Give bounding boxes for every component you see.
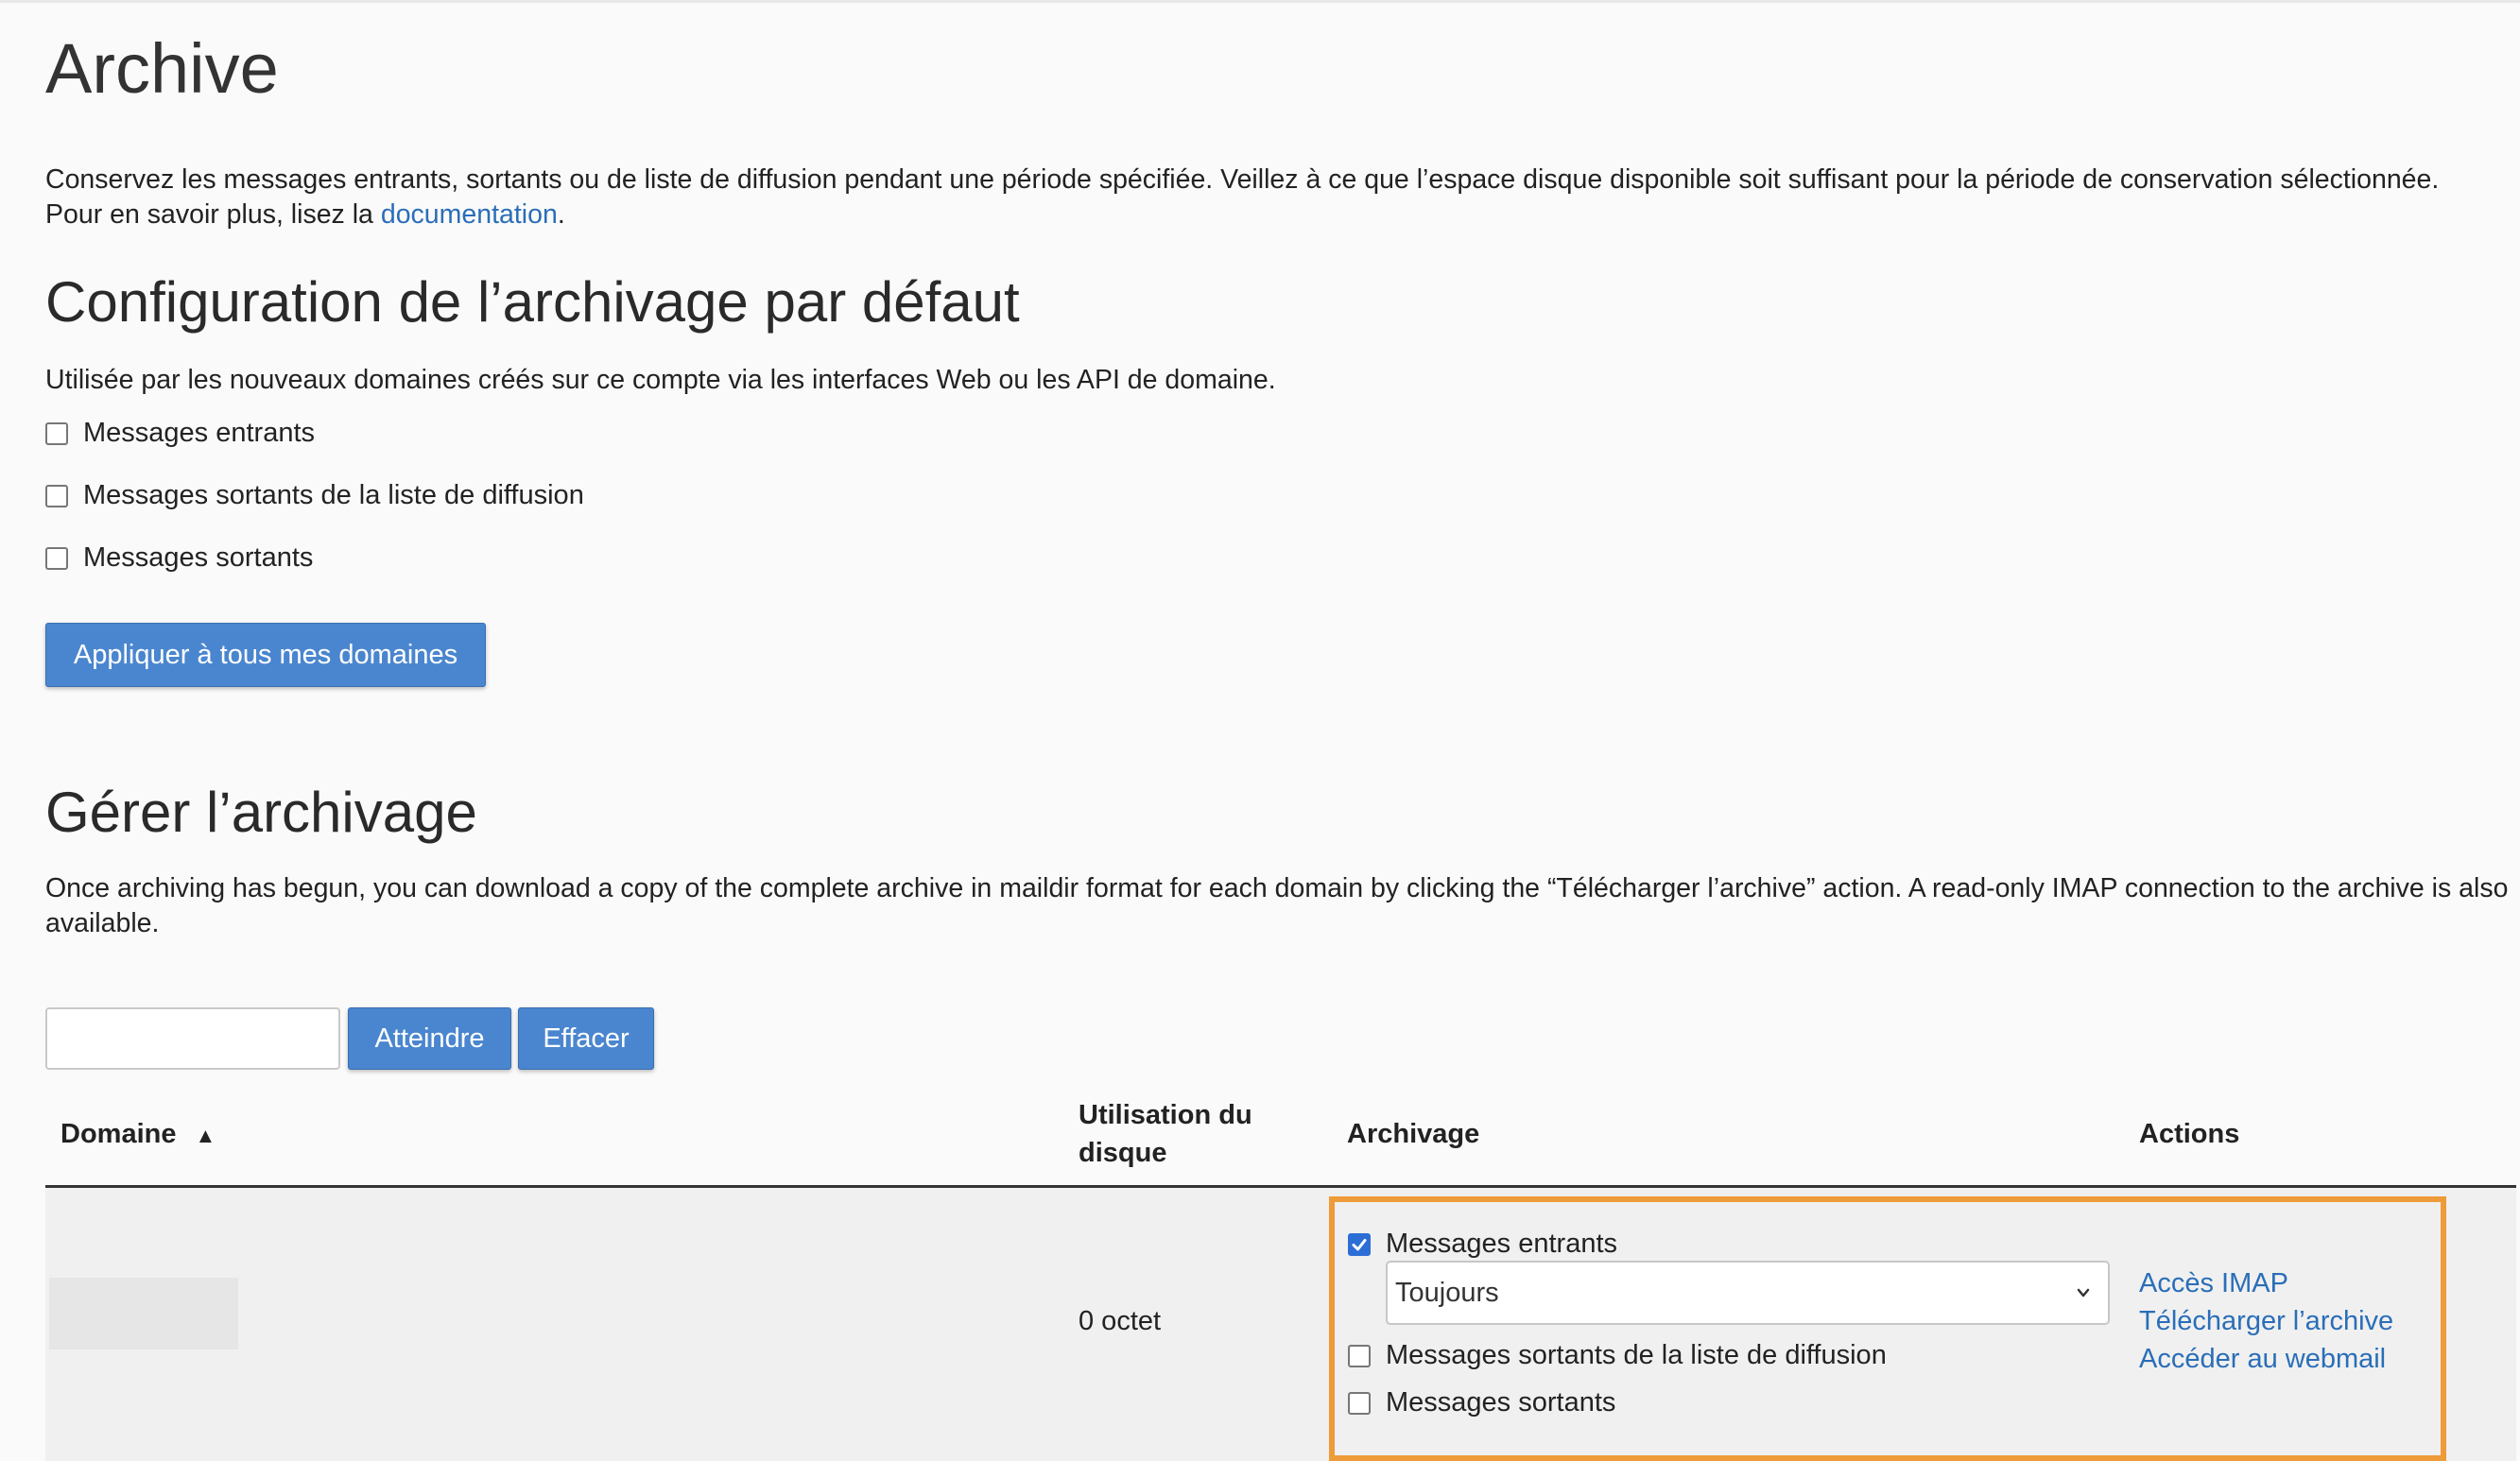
domain-header-label: Domaine xyxy=(60,1119,177,1149)
intro-suffix: . xyxy=(557,199,565,230)
column-header-actions: Actions xyxy=(2139,1119,2240,1149)
domain-name-redacted xyxy=(49,1278,238,1349)
disk-usage-header-line1: Utilisation du xyxy=(1079,1100,1252,1130)
default-mailing-list-checkbox[interactable] xyxy=(45,484,68,507)
default-mailing-list-label: Messages sortants de la liste de diffusi… xyxy=(83,480,584,510)
default-incoming-checkbox[interactable] xyxy=(45,421,68,445)
documentation-link[interactable]: documentation xyxy=(381,199,558,230)
manage-archiving-description: Once archiving has begun, you can downlo… xyxy=(45,873,2509,938)
highlight-box xyxy=(1329,1196,2446,1461)
default-incoming-option[interactable]: Messages entrants xyxy=(45,418,315,449)
intro-line-1: Conservez les messages entrants, sortant… xyxy=(45,164,2440,195)
apply-all-domains-button[interactable]: Appliquer à tous mes domaines xyxy=(45,623,486,687)
default-incoming-label: Messages entrants xyxy=(83,418,316,448)
intro-text: Conservez les messages entrants, sortant… xyxy=(45,163,2512,232)
page-title: Archive xyxy=(45,29,279,108)
go-button[interactable]: Atteindre xyxy=(348,1007,511,1070)
intro-prefix: Pour en savoir plus, lisez la xyxy=(45,199,381,230)
default-mailing-list-option[interactable]: Messages sortants de la liste de diffusi… xyxy=(45,480,584,511)
top-border xyxy=(0,0,2520,3)
clear-button[interactable]: Effacer xyxy=(518,1007,654,1070)
disk-usage-header-line2: disque xyxy=(1079,1138,1167,1168)
manage-archiving-heading: Gérer l’archivage xyxy=(45,781,477,844)
intro-line-2: Pour en savoir plus, lisez la documentat… xyxy=(45,198,2512,232)
default-outgoing-option[interactable]: Messages sortants xyxy=(45,542,313,574)
column-header-archiving: Archivage xyxy=(1347,1119,1480,1149)
default-outgoing-label: Messages sortants xyxy=(83,542,314,573)
disk-usage-value: 0 octet xyxy=(1079,1306,1162,1336)
default-config-description: Utilisée par les nouveaux domaines créés… xyxy=(45,365,1276,395)
default-config-heading: Configuration de l’archivage par défaut xyxy=(45,270,1020,334)
sort-ascending-icon: ▲ xyxy=(195,1124,216,1147)
column-header-disk-usage[interactable]: Utilisation du disque xyxy=(1079,1096,1252,1172)
column-header-domain[interactable]: Domaine ▲ xyxy=(60,1115,216,1155)
default-outgoing-checkbox[interactable] xyxy=(45,546,68,570)
domain-search-input[interactable] xyxy=(45,1007,340,1070)
